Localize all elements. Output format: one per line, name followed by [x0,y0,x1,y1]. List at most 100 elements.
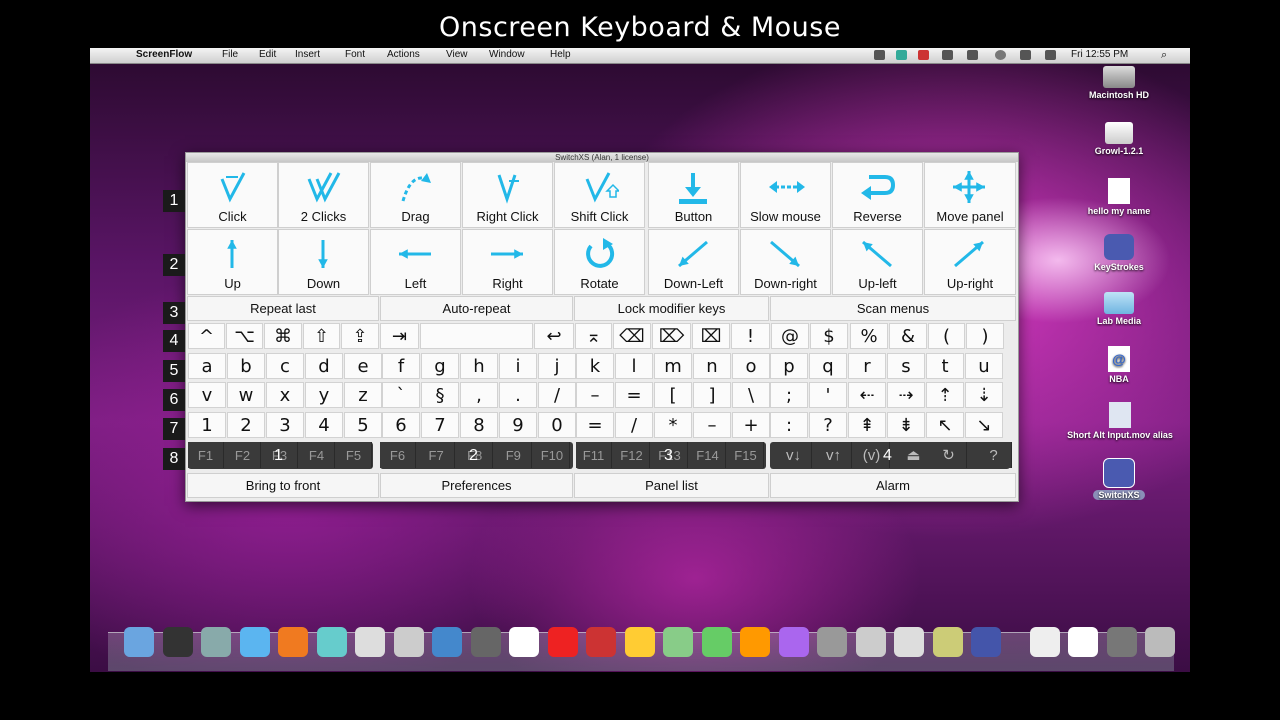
key-row5-1[interactable]: a [188,353,226,379]
spotlight-icon[interactable]: ⌕ [1161,49,1167,62]
row-number-3[interactable]: 3 [163,302,185,324]
key-row5-4[interactable]: d [305,353,343,379]
function-key-f12[interactable]: F12 [614,442,650,468]
command-scan-menus[interactable]: Scan menus [770,296,1016,321]
firefox-icon[interactable] [278,627,308,657]
function-key-f6[interactable]: F6 [380,442,416,468]
key-row4-1[interactable]: ^ [188,323,225,349]
word-icon[interactable] [663,627,693,657]
function-key-f14[interactable]: F14 [690,442,726,468]
menu-edit[interactable]: Edit [259,49,276,60]
key-row7-1[interactable]: 1 [188,412,226,438]
row-number-8[interactable]: 8 [163,448,185,470]
ichat-icon[interactable] [316,627,347,657]
function-key-f1[interactable]: F1 [188,442,224,468]
cisco-icon[interactable] [509,627,539,657]
key-row5-5[interactable]: e [344,353,382,379]
key-row5-13[interactable]: m [654,353,692,379]
key-row4-4[interactable]: ⇧ [303,323,340,349]
iphoto-icon[interactable] [393,627,424,657]
mouse-button-up-right[interactable]: Up-right [924,229,1016,295]
key-row4-14[interactable]: @ [771,323,809,349]
key-row4-18[interactable]: ( [928,323,965,349]
key-row5-6[interactable]: f [382,353,420,379]
key-row5-17[interactable]: q [809,353,847,379]
key-row6-9[interactable]: . [499,382,537,408]
mouse-button-button[interactable]: Button [648,162,739,228]
command-repeat-last[interactable]: Repeat last [187,296,379,321]
key-row4-2[interactable]: ⌥ [226,323,263,349]
safari-icon[interactable] [239,627,270,657]
row-number-4[interactable]: 4 [163,330,185,352]
desktop-icon-keystrokes[interactable]: KeyStrokes [1071,234,1167,272]
textedit-icon[interactable] [894,627,924,657]
menu-file[interactable]: File [222,49,238,60]
command-preferences[interactable]: Preferences [380,473,573,498]
key-row7-5[interactable]: 5 [344,412,382,438]
screens-stack-icon[interactable] [1106,627,1137,657]
excel-icon[interactable] [701,627,732,657]
key-row7-13[interactable]: * [654,412,692,438]
mouse-button-up-left[interactable]: Up-left [832,229,923,295]
key-row6-14[interactable]: ] [693,382,731,408]
entourage-icon[interactable] [778,627,809,657]
key-row7-17[interactable]: ? [809,412,847,438]
key-row4-16[interactable]: % [850,323,888,349]
row-number-5[interactable]: 5 [163,360,185,382]
wifi-icon[interactable] [1020,50,1031,60]
function-key-f2[interactable]: F2 [225,442,261,468]
adium-icon[interactable] [624,627,655,657]
desktop-icon-lab-media[interactable]: Lab Media [1071,292,1167,326]
menu-help[interactable]: Help [550,49,571,60]
key-row7-4[interactable]: 4 [305,412,343,438]
command-lock-modifier-keys[interactable]: Lock modifier keys [574,296,769,321]
dashboard-icon[interactable] [162,627,193,657]
key-row5-15[interactable]: o [732,353,770,379]
key-row4-5[interactable]: ⇪ [341,323,379,349]
menu-actions[interactable]: Actions [387,49,420,60]
special-key-5[interactable]: ↻ [931,442,967,468]
key-row7-3[interactable]: 3 [266,412,304,438]
key-row6-20[interactable]: ⇡ [926,382,964,408]
function-key-f4[interactable]: F4 [299,442,335,468]
function-key-f9[interactable]: F9 [495,442,532,468]
key-row5-10[interactable]: j [538,353,576,379]
special-key-2[interactable]: v↑ [816,442,852,468]
system-preferences-icon[interactable] [817,627,847,657]
desktop-icon-switchxs[interactable]: SwitchXS [1071,458,1167,500]
key-row6-18[interactable]: ⇠ [848,382,886,408]
key-row5-19[interactable]: s [887,353,925,379]
preview-icon[interactable] [201,627,231,657]
key-row4-11[interactable]: ⌦ [652,323,691,349]
switchxs-icon[interactable] [971,627,1001,657]
mouse-button-left[interactable]: Left [370,229,461,295]
key-row7-20[interactable]: ↖ [926,412,964,438]
mouse-button-up[interactable]: Up [187,229,278,295]
key-row7-11[interactable]: = [576,412,614,438]
key-row4-3[interactable]: ⌘ [264,323,302,349]
desktop-icon-hello-my-name[interactable]: hello my name [1071,178,1167,216]
key-row7-16[interactable]: : [770,412,808,438]
command-auto-repeat[interactable]: Auto-repeat [380,296,573,321]
key-row4-7[interactable] [420,323,533,349]
key-row5-14[interactable]: n [693,353,731,379]
function-key-f7[interactable]: F7 [418,442,455,468]
key-row6-4[interactable]: y [305,382,343,408]
key-row7-18[interactable]: ⇞ [848,412,886,438]
key-row6-3[interactable]: x [266,382,304,408]
key-row7-15[interactable]: + [732,412,770,438]
key-row6-21[interactable]: ⇣ [965,382,1003,408]
key-row6-5[interactable]: z [344,382,382,408]
mouse-button-slow-mouse[interactable]: Slow mouse [740,162,831,228]
downloads-stack-icon[interactable] [1068,627,1098,657]
documents-stack-icon[interactable] [1029,627,1060,657]
desktop-icon-macintosh-hd[interactable]: Macintosh HD [1071,66,1167,100]
row-number-2[interactable]: 2 [163,254,185,276]
volume-icon[interactable] [1045,50,1056,60]
key-row6-17[interactable]: ' [809,382,847,408]
special-key-4[interactable]: ⏏ [896,442,932,468]
key-row5-12[interactable]: l [615,353,653,379]
key-row5-7[interactable]: g [421,353,459,379]
expose-icon[interactable] [470,627,501,657]
panel-title-bar[interactable]: SwitchXS (Alan, 1 license) [186,153,1018,162]
